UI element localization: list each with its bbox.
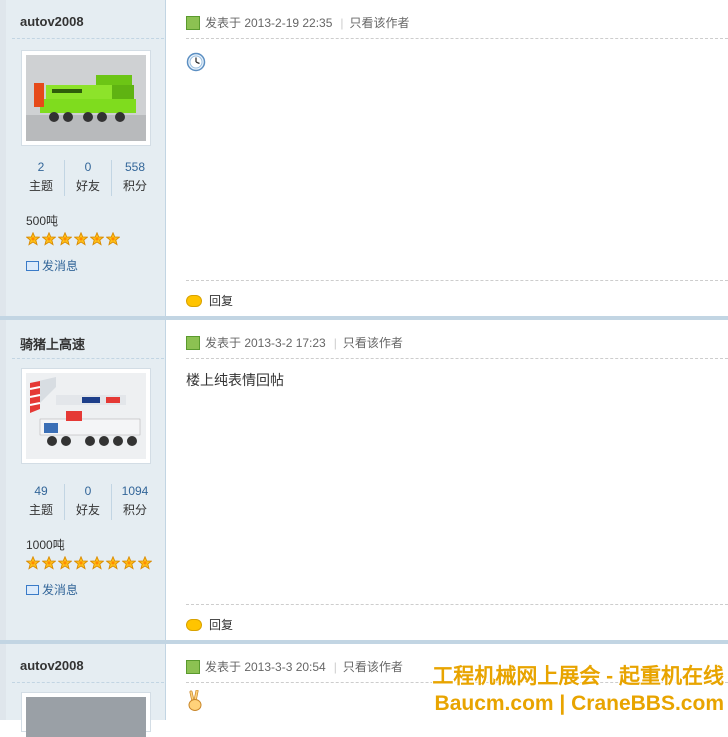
user-rank[interactable]: 500吨 — [26, 212, 58, 229]
divider — [186, 358, 728, 359]
online-user-icon — [186, 336, 200, 350]
avatar-image — [26, 697, 146, 737]
post-body: 发表于 2013-3-2 17:23 | 只看该作者 楼上纯表情回帖 回复 — [166, 320, 728, 640]
mail-icon — [26, 585, 39, 595]
stat-threads[interactable]: 49 主题 — [18, 484, 64, 518]
rank-stars — [26, 556, 154, 572]
post-meta: 发表于 2013-3-3 20:54 | 只看该作者 — [186, 658, 403, 675]
divider: | — [333, 336, 337, 350]
green-crane-truck-image — [26, 55, 146, 141]
post-content — [186, 689, 204, 715]
stat-value[interactable]: 0 — [65, 160, 111, 174]
only-author-link[interactable]: 只看该作者 — [350, 16, 410, 30]
stat-friends[interactable]: 0 好友 — [65, 160, 111, 194]
author-name[interactable]: autov2008 — [20, 14, 84, 29]
divider: | — [333, 660, 337, 674]
divider: | — [340, 16, 344, 30]
post-body: 发表于 2013-2-19 22:35 | 只看该作者 回复 — [166, 0, 728, 316]
rank-stars — [26, 232, 122, 248]
star-icon — [26, 556, 40, 570]
user-stats: 49 主题 0 好友 1094 积分 — [18, 484, 156, 520]
star-icon — [42, 232, 56, 246]
user-rank[interactable]: 1000吨 — [26, 536, 65, 553]
stat-credits[interactable]: 558 积分 — [112, 160, 158, 194]
star-icon — [90, 556, 104, 570]
stat-label: 主题 — [28, 503, 53, 517]
author-name[interactable]: 骑猪上高速 — [20, 334, 85, 353]
post-1: autov2008 2 主题 0 好友 558 积分 500吨 发消息 发表于 … — [0, 0, 728, 316]
victory-hand-emoticon-icon — [188, 689, 202, 711]
star-icon — [90, 232, 104, 246]
avatar[interactable] — [21, 692, 151, 737]
post-meta: 发表于 2013-3-2 17:23 | 只看该作者 — [186, 334, 403, 351]
reply-label: 回复 — [209, 618, 234, 632]
post-time: 发表于 2013-3-2 17:23 — [205, 336, 326, 350]
author-name[interactable]: autov2008 — [20, 658, 84, 673]
star-icon — [26, 232, 40, 246]
only-author-link[interactable]: 只看该作者 — [343, 660, 403, 674]
divider — [186, 38, 728, 39]
stat-friends[interactable]: 0 好友 — [65, 484, 111, 518]
divider — [186, 280, 728, 281]
post-time: 发表于 2013-2-19 22:35 — [205, 16, 333, 30]
post-meta: 发表于 2013-2-19 22:35 | 只看该作者 — [186, 14, 410, 31]
stat-value[interactable]: 1094 — [112, 484, 158, 498]
reply-label: 回复 — [209, 294, 234, 308]
reply-bubble-icon — [186, 295, 202, 307]
white-crane-truck-image — [26, 373, 146, 459]
star-icon — [58, 232, 72, 246]
stat-value[interactable]: 558 — [112, 160, 158, 174]
reply-button[interactable]: 回复 — [186, 616, 233, 633]
stat-label: 主题 — [28, 179, 53, 193]
star-icon — [74, 556, 88, 570]
star-icon — [122, 556, 136, 570]
site-watermark: 工程机械网上展会 - 起重机在线 Baucm.com | CraneBBS.co… — [432, 660, 724, 716]
stat-label: 积分 — [122, 503, 147, 517]
stat-label: 好友 — [75, 503, 100, 517]
avatar[interactable] — [21, 50, 151, 146]
clock-emoticon-icon — [186, 52, 206, 72]
send-message-link[interactable]: 发消息 — [26, 581, 78, 598]
stat-label: 积分 — [122, 179, 147, 193]
author-sidebar: autov2008 — [0, 644, 166, 737]
stat-threads[interactable]: 2 主题 — [18, 160, 64, 194]
online-user-icon — [186, 660, 200, 674]
star-icon — [58, 556, 72, 570]
user-stats: 2 主题 0 好友 558 积分 — [18, 160, 156, 196]
watermark-line-2: Baucm.com | CraneBBS.com — [434, 692, 724, 715]
send-message-label: 发消息 — [42, 259, 79, 273]
avatar[interactable] — [21, 368, 151, 464]
stat-label: 好友 — [75, 179, 100, 193]
post-content — [186, 52, 206, 75]
divider — [12, 38, 164, 39]
reply-button[interactable]: 回复 — [186, 292, 233, 309]
star-icon — [138, 556, 152, 570]
stat-credits[interactable]: 1094 积分 — [112, 484, 158, 518]
author-sidebar: autov2008 2 主题 0 好友 558 积分 500吨 发消息 — [0, 0, 166, 316]
send-message-link[interactable]: 发消息 — [26, 257, 78, 274]
post-content: 楼上纯表情回帖 — [186, 372, 284, 388]
star-icon — [74, 232, 88, 246]
post-2: 骑猪上高速 49 主题 0 好友 1094 积分 1000吨 发消息 发表于 2… — [0, 320, 728, 640]
stat-value[interactable]: 2 — [18, 160, 64, 174]
reply-bubble-icon — [186, 619, 202, 631]
only-author-link[interactable]: 只看该作者 — [343, 336, 403, 350]
stat-value[interactable]: 49 — [18, 484, 64, 498]
star-icon — [106, 556, 120, 570]
divider — [12, 358, 164, 359]
online-user-icon — [186, 16, 200, 30]
post-time: 发表于 2013-3-3 20:54 — [205, 660, 326, 674]
watermark-line-1: 工程机械网上展会 - 起重机在线 — [432, 665, 724, 688]
send-message-label: 发消息 — [42, 583, 79, 597]
star-icon — [42, 556, 56, 570]
divider — [12, 682, 164, 683]
author-sidebar: 骑猪上高速 49 主题 0 好友 1094 积分 1000吨 发消息 — [0, 320, 166, 640]
divider — [186, 604, 728, 605]
stat-value[interactable]: 0 — [65, 484, 111, 498]
star-icon — [106, 232, 120, 246]
mail-icon — [26, 261, 39, 271]
